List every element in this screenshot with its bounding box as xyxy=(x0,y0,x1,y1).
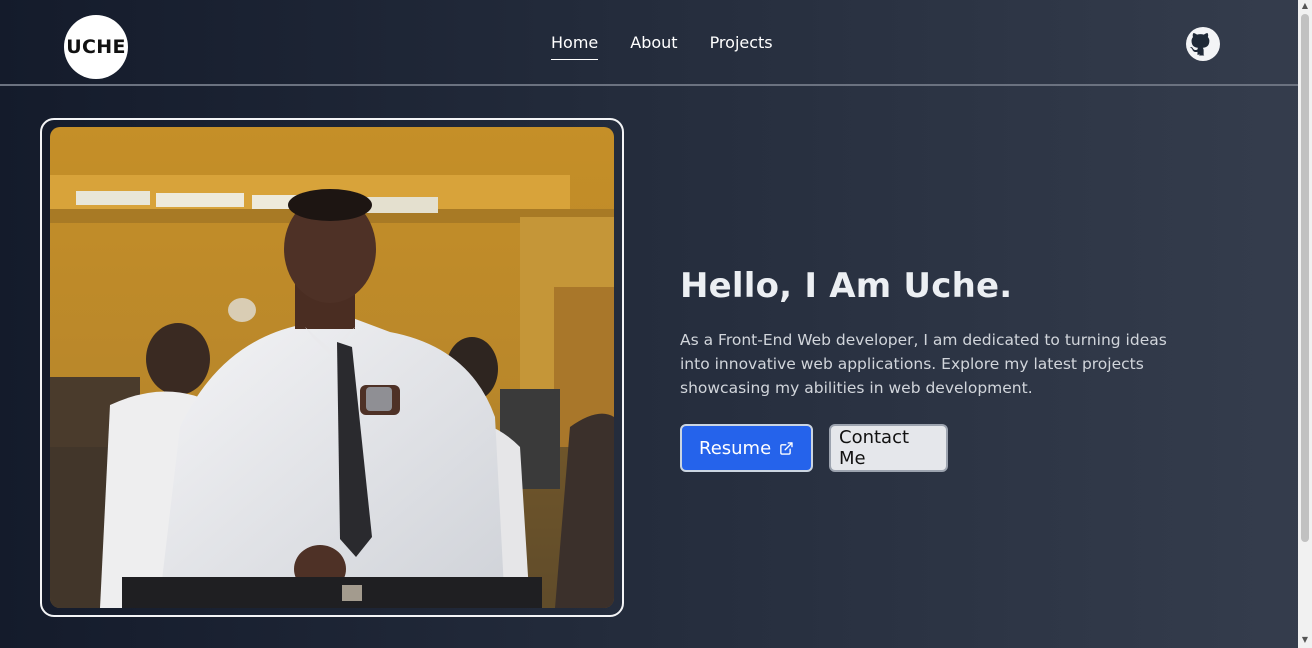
resume-label: Resume xyxy=(699,437,772,459)
hero-actions: Resume Contact Me xyxy=(680,424,1200,472)
page: UCHE Home About Projects Hello, I Am Uch… xyxy=(0,0,1298,648)
logo[interactable]: UCHE xyxy=(64,15,128,79)
contact-button[interactable]: Contact Me xyxy=(829,424,948,472)
contact-label: Contact Me xyxy=(839,427,910,469)
main-nav: Home About Projects xyxy=(551,33,773,60)
github-icon[interactable] xyxy=(1186,27,1220,61)
nav-projects[interactable]: Projects xyxy=(710,33,773,60)
hero-description: As a Front-End Web developer, I am dedic… xyxy=(680,331,1167,397)
vertical-scrollbar[interactable]: ▲ ▼ xyxy=(1298,0,1312,648)
hero-title: Hello, I Am Uche. xyxy=(680,266,1013,306)
scroll-up-icon[interactable]: ▲ xyxy=(1301,2,1309,10)
external-link-icon xyxy=(780,441,793,455)
nav-home[interactable]: Home xyxy=(551,33,599,60)
nav-about[interactable]: About xyxy=(630,33,677,60)
scroll-thumb[interactable] xyxy=(1301,14,1309,542)
resume-button[interactable]: Resume xyxy=(680,424,813,472)
site-header: UCHE Home About Projects xyxy=(0,0,1298,86)
profile-photo xyxy=(50,127,614,608)
profile-photo-frame xyxy=(40,118,624,617)
scroll-down-icon[interactable]: ▼ xyxy=(1301,636,1309,644)
hero-section: Hello, I Am Uche. As a Front-End Web dev… xyxy=(680,266,1200,472)
